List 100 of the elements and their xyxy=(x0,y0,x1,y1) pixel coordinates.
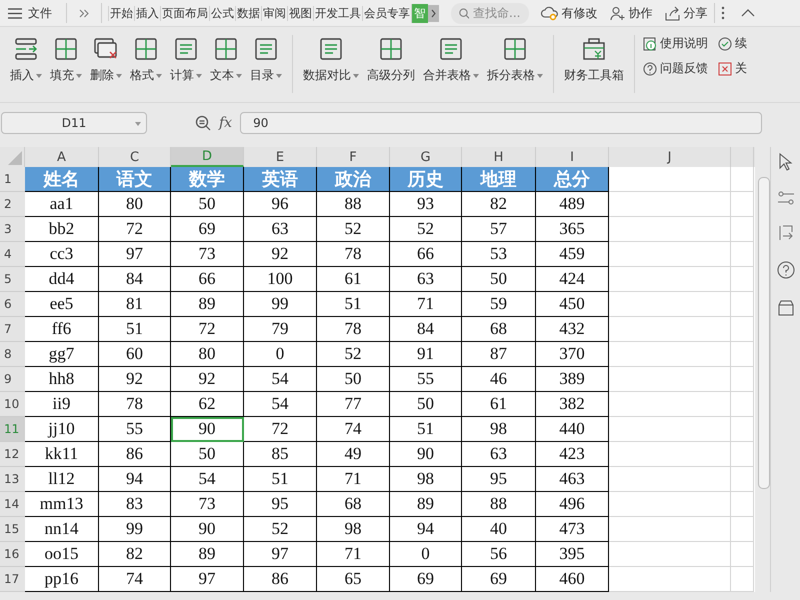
empty-cell[interactable] xyxy=(609,492,731,517)
table-cell[interactable]: 0 xyxy=(390,542,462,567)
table-cell[interactable]: 71 xyxy=(317,467,390,492)
column-header[interactable]: J xyxy=(609,147,731,167)
table-cell[interactable]: 78 xyxy=(99,392,171,417)
row-header[interactable]: 10 xyxy=(0,392,25,417)
table-cell[interactable]: 78 xyxy=(317,317,390,342)
table-cell[interactable]: 65 xyxy=(317,567,390,592)
table-cell[interactable]: 99 xyxy=(99,517,171,542)
table-cell[interactable]: 54 xyxy=(171,467,244,492)
table-cell[interactable]: 87 xyxy=(462,342,536,367)
table-cell[interactable]: 68 xyxy=(462,317,536,342)
empty-cell[interactable] xyxy=(731,342,754,367)
ribbon-tab[interactable]: 审阅 xyxy=(261,6,287,20)
table-cell[interactable]: 66 xyxy=(390,242,462,267)
empty-cell[interactable] xyxy=(731,242,754,267)
empty-cell[interactable] xyxy=(731,542,754,567)
table-cell[interactable]: 80 xyxy=(99,192,171,217)
table-cell[interactable]: 94 xyxy=(390,517,462,542)
ribbon-link[interactable]: 问题反馈 xyxy=(643,60,708,77)
table-cell[interactable]: 389 xyxy=(536,367,609,392)
empty-cell[interactable] xyxy=(609,442,731,467)
ribbon-tab[interactable]: 开发工具 xyxy=(313,6,362,20)
ribbon-button[interactable]: 文本 xyxy=(206,35,246,93)
table-cell[interactable]: 61 xyxy=(317,267,390,292)
table-cell[interactable]: 440 xyxy=(536,417,609,442)
table-cell[interactable]: 80 xyxy=(171,342,244,367)
table-cell[interactable]: 0 xyxy=(244,342,317,367)
table-cell[interactable]: 84 xyxy=(390,317,462,342)
table-cell[interactable]: 62 xyxy=(171,392,244,417)
table-cell[interactable]: 86 xyxy=(99,442,171,467)
empty-cell[interactable] xyxy=(609,267,731,292)
toolbar-action[interactable]: 协作 xyxy=(610,4,652,22)
row-header[interactable]: 2 xyxy=(0,192,25,217)
table-cell[interactable]: pp16 xyxy=(25,567,99,592)
table-cell[interactable]: 92 xyxy=(99,367,171,392)
empty-cell[interactable] xyxy=(609,392,731,417)
empty-cell[interactable] xyxy=(731,467,754,492)
table-cell[interactable]: 52 xyxy=(317,217,390,242)
function-label[interactable]: fx xyxy=(219,115,232,131)
table-cell[interactable]: 88 xyxy=(462,492,536,517)
row-header[interactable]: 9 xyxy=(0,367,25,392)
table-cell[interactable]: 72 xyxy=(244,417,317,442)
transform-icon[interactable] xyxy=(778,225,794,241)
row-header[interactable]: 4 xyxy=(0,242,25,267)
table-cell[interactable]: 51 xyxy=(99,317,171,342)
table-cell[interactable]: hh8 xyxy=(25,367,99,392)
table-cell[interactable]: 89 xyxy=(390,492,462,517)
table-cell[interactable]: 90 xyxy=(171,517,244,542)
row-header[interactable]: 17 xyxy=(0,567,25,592)
ribbon-tab[interactable]: 页面布局 xyxy=(160,6,209,20)
empty-cell[interactable] xyxy=(731,317,754,342)
table-cell[interactable]: 54 xyxy=(244,367,317,392)
ribbon-button[interactable]: 拆分表格 xyxy=(483,35,547,93)
double-chevron-icon[interactable] xyxy=(79,8,89,18)
table-cell[interactable]: 432 xyxy=(536,317,609,342)
empty-cell[interactable] xyxy=(609,517,731,542)
empty-cell[interactable] xyxy=(609,242,731,267)
ribbon-tab[interactable]: 数据 xyxy=(235,6,261,20)
table-cell[interactable]: 97 xyxy=(99,242,171,267)
empty-cell[interactable] xyxy=(609,192,731,217)
table-cell[interactable]: 56 xyxy=(462,542,536,567)
table-cell[interactable]: 57 xyxy=(462,217,536,242)
table-cell[interactable]: 90 xyxy=(390,442,462,467)
table-cell[interactable]: 53 xyxy=(462,242,536,267)
table-cell[interactable]: 69 xyxy=(462,567,536,592)
table-cell[interactable]: 49 xyxy=(317,442,390,467)
table-cell[interactable]: 95 xyxy=(462,467,536,492)
table-cell[interactable]: 395 xyxy=(536,542,609,567)
empty-cell[interactable] xyxy=(731,442,754,467)
ribbon-button[interactable]: 删除 xyxy=(86,35,126,93)
empty-cell[interactable] xyxy=(731,492,754,517)
table-cell[interactable]: ii9 xyxy=(25,392,99,417)
table-cell[interactable]: 54 xyxy=(244,392,317,417)
table-cell[interactable]: 52 xyxy=(317,342,390,367)
table-cell[interactable]: 92 xyxy=(171,367,244,392)
table-cell[interactable]: 473 xyxy=(536,517,609,542)
table-cell[interactable]: 365 xyxy=(536,217,609,242)
row-header[interactable]: 15 xyxy=(0,517,25,542)
table-cell[interactable]: 97 xyxy=(244,542,317,567)
empty-cell[interactable] xyxy=(731,367,754,392)
ribbon-link[interactable]: 续 xyxy=(718,35,747,52)
table-cell[interactable]: 95 xyxy=(244,492,317,517)
table-cell[interactable]: 66 xyxy=(171,267,244,292)
table-cell[interactable]: 89 xyxy=(171,542,244,567)
empty-cell[interactable] xyxy=(731,217,754,242)
row-header[interactable]: 1 xyxy=(0,167,25,192)
table-cell[interactable]: cc3 xyxy=(25,242,99,267)
table-cell[interactable]: 424 xyxy=(536,267,609,292)
table-cell[interactable]: 450 xyxy=(536,292,609,317)
table-cell[interactable]: 370 xyxy=(536,342,609,367)
empty-cell[interactable] xyxy=(609,417,731,442)
ribbon-link[interactable]: 关 xyxy=(718,60,747,77)
row-header[interactable]: 14 xyxy=(0,492,25,517)
table-cell[interactable]: 91 xyxy=(390,342,462,367)
row-header[interactable]: 6 xyxy=(0,292,25,317)
ribbon-button[interactable]: 格式 xyxy=(126,35,166,93)
row-header[interactable]: 7 xyxy=(0,317,25,342)
row-header[interactable]: 5 xyxy=(0,267,25,292)
table-cell[interactable]: 40 xyxy=(462,517,536,542)
